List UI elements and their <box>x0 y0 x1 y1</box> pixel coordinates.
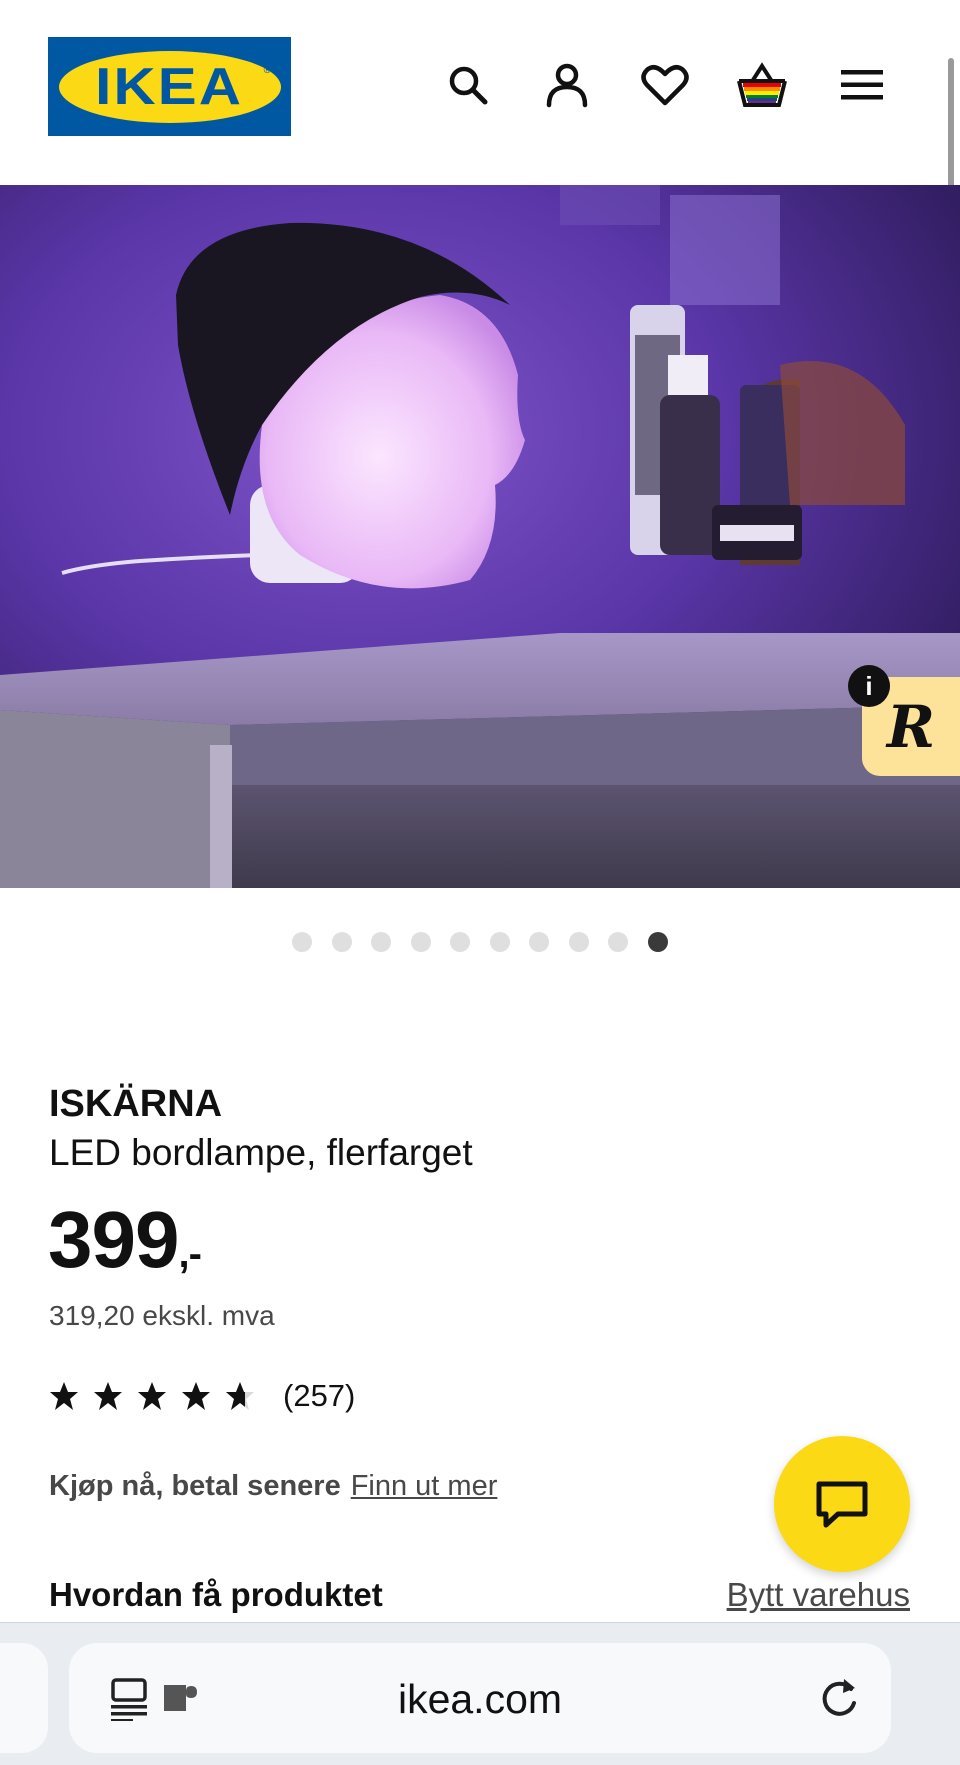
half-star-icon <box>226 1382 254 1410</box>
star-icon <box>182 1382 210 1410</box>
price-excl-vat: 319,20 ekskl. mva <box>49 1300 275 1331</box>
star-icon <box>138 1382 166 1410</box>
carousel-dot[interactable] <box>292 932 312 952</box>
financing-link[interactable]: Finn ut mer <box>351 1470 498 1502</box>
chat-button[interactable] <box>774 1436 910 1572</box>
ikea-logo[interactable]: IKEA ® <box>48 37 291 136</box>
carousel-dot[interactable] <box>529 932 549 952</box>
search-icon[interactable] <box>441 58 495 112</box>
basket-icon[interactable] <box>735 58 789 112</box>
address-bar[interactable]: ikea.com <box>69 1643 891 1753</box>
account-icon[interactable] <box>540 58 594 112</box>
rating-stars[interactable] <box>49 1381 255 1411</box>
product-image[interactable]: R i <box>0 185 960 888</box>
menu-icon[interactable] <box>835 58 889 112</box>
previous-tab[interactable] <box>0 1643 48 1753</box>
product-price: 399,- <box>48 1194 202 1286</box>
url-text: ikea.com <box>397 1676 563 1722</box>
carousel-dot[interactable] <box>608 932 628 952</box>
review-count[interactable]: (257) <box>283 1378 355 1414</box>
logo-oval: IKEA <box>58 50 281 123</box>
financing-label: Kjøp nå, betal senere <box>49 1470 341 1502</box>
price-value: 399 <box>48 1195 179 1284</box>
reload-icon[interactable] <box>817 1675 861 1721</box>
r-logo-icon: R <box>886 692 936 761</box>
browser-toolbar: ikea.com <box>0 1622 960 1765</box>
carousel-dot[interactable] <box>450 932 470 952</box>
chat-icon <box>816 1481 868 1528</box>
price-suffix: ,- <box>178 1232 201 1276</box>
product-name: ISKÄRNA <box>49 1083 223 1125</box>
logo-text: IKEA <box>95 57 244 116</box>
carousel-dot[interactable] <box>331 932 352 952</box>
carousel-dot[interactable] <box>489 932 510 952</box>
carousel-dot[interactable] <box>410 932 431 952</box>
delivery-title: Hvordan få produktet <box>49 1576 383 1613</box>
header: IKEA ® <box>0 0 960 185</box>
financing-row: Kjøp nå, betal senere Finn ut mer <box>49 1470 497 1503</box>
registered-mark: ® <box>263 65 271 76</box>
product-description: LED bordlampe, flerfarget <box>49 1132 473 1173</box>
star-icon <box>50 1382 78 1410</box>
carousel-dots <box>292 932 668 952</box>
carousel-dot[interactable] <box>371 932 391 952</box>
info-icon[interactable]: i <box>848 665 890 707</box>
carousel-dot-active[interactable] <box>647 932 668 952</box>
change-store-link[interactable]: Bytt varehus <box>727 1576 910 1614</box>
heart-icon[interactable] <box>638 58 692 112</box>
star-icon <box>94 1382 122 1410</box>
carousel-dot[interactable] <box>568 932 589 952</box>
